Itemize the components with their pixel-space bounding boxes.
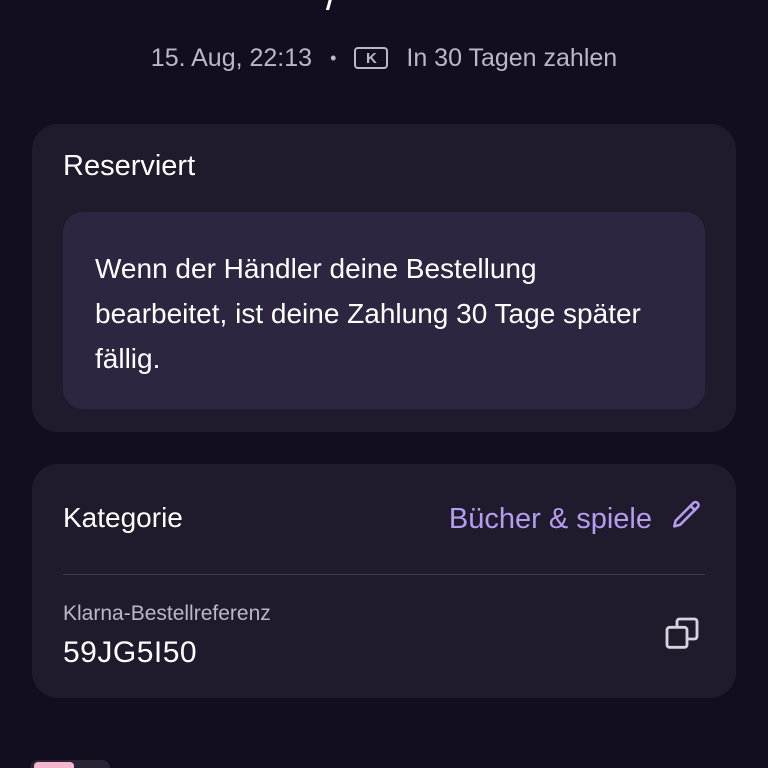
status-message: Wenn der Händler deine Bestellung bearbe… [95, 253, 641, 374]
separator-dot: • [330, 47, 337, 68]
copy-icon [662, 614, 702, 659]
order-reference-value: 59JG5I50 [63, 636, 198, 669]
details-card: Kategorie Bücher & spiele Klarna-Bestell… [32, 464, 736, 698]
order-reference-label: Klarna-Bestellreferenz [63, 602, 271, 625]
order-meta-row: 15. Aug, 22:13 • K In 30 Tagen zahlen [0, 40, 768, 76]
category-value: Bücher & spiele [448, 502, 652, 535]
details-divider [63, 574, 705, 575]
copy-reference-button[interactable] [660, 614, 704, 658]
category-label: Kategorie [63, 502, 183, 533]
status-card: Reserviert Wenn der Händler deine Bestel… [32, 124, 736, 432]
status-title: Reserviert [63, 150, 196, 182]
thumbnail-image [34, 762, 74, 768]
payment-plan-label: In 30 Tagen zahlen [406, 43, 618, 72]
klarna-logo-icon: K [354, 47, 389, 69]
pencil-icon [670, 498, 704, 540]
next-item-thumbnail [30, 760, 110, 768]
header-amount-clipped: / [325, 0, 365, 10]
order-detail-screen: / 15. Aug, 22:13 • K In 30 Tagen zahlen … [0, 0, 768, 768]
category-edit-button[interactable]: Bücher & spiele [449, 498, 704, 540]
status-info-box: Wenn der Händler deine Bestellung bearbe… [63, 212, 705, 409]
order-date-time: 15. Aug, 22:13 [150, 43, 313, 72]
